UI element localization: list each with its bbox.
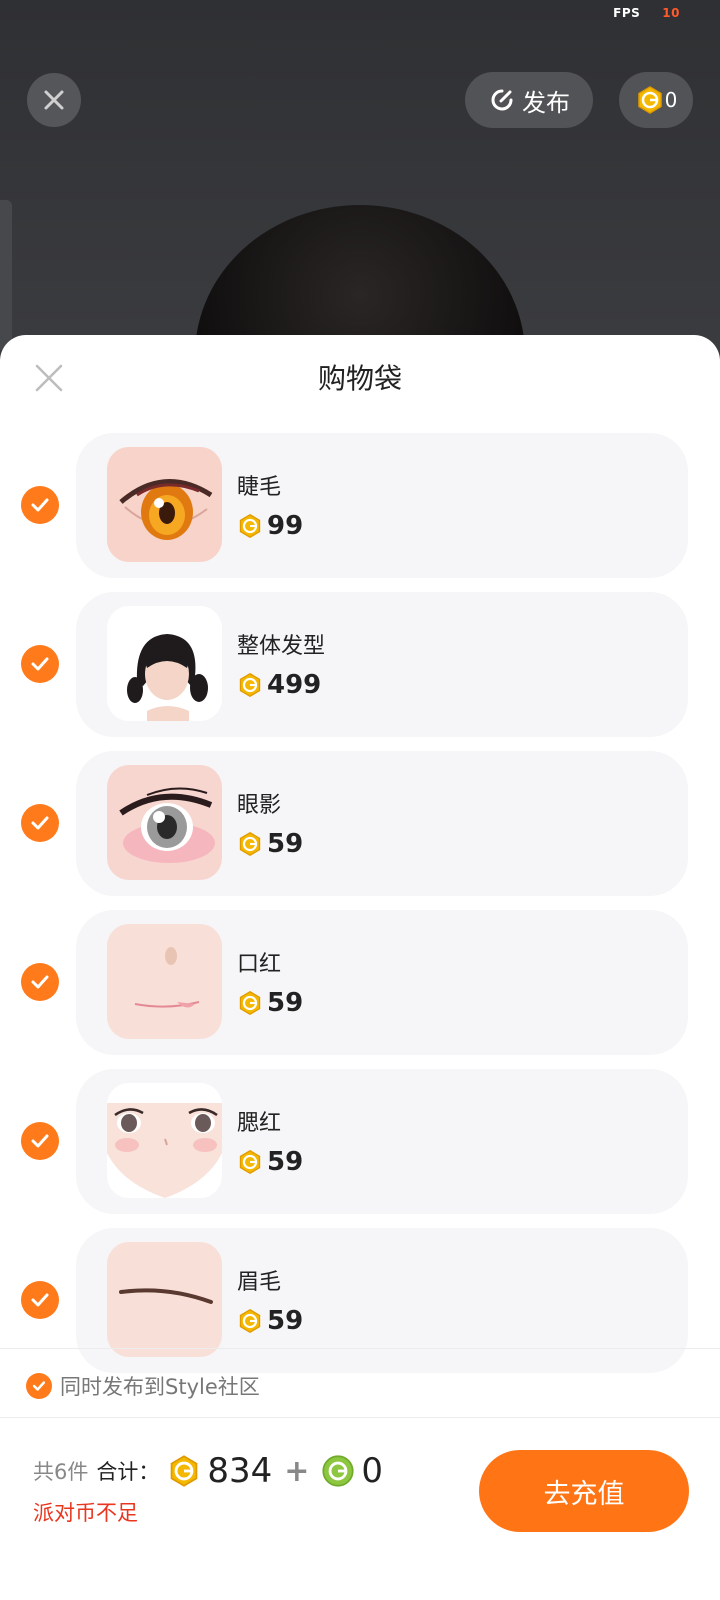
check-icon bbox=[32, 1381, 46, 1391]
avatar-preview-scene: FPS 10 发布 0 bbox=[0, 0, 720, 360]
green-total: 0 bbox=[361, 1451, 384, 1491]
green-coin-icon bbox=[322, 1455, 355, 1487]
item-name: 眉毛 bbox=[237, 1270, 282, 1295]
cart-item-list: 睫毛 99 整体发型 499 眼影 59 口红 59 腮红 59 眉毛 59 bbox=[0, 433, 720, 1387]
sheet-title: 购物袋 bbox=[317, 362, 402, 395]
gold-total: 834 bbox=[207, 1451, 273, 1491]
gold-coin-icon bbox=[239, 990, 261, 1016]
item-price-value: 59 bbox=[267, 988, 304, 1018]
item-price: 59 bbox=[237, 1147, 303, 1177]
check-icon bbox=[31, 816, 49, 830]
item-price-value: 59 bbox=[267, 1306, 304, 1336]
close-editor-button[interactable] bbox=[27, 73, 81, 127]
item-price: 59 bbox=[237, 988, 303, 1018]
gold-coin-icon bbox=[239, 513, 261, 539]
item-price-value: 59 bbox=[267, 829, 304, 859]
publish-button[interactable]: 发布 bbox=[465, 72, 593, 128]
item-name: 睫毛 bbox=[237, 475, 282, 500]
check-icon bbox=[31, 1293, 49, 1307]
item-price: 99 bbox=[237, 511, 303, 541]
check-icon bbox=[31, 975, 49, 989]
item-card[interactable]: 眉毛 59 bbox=[76, 1228, 688, 1373]
insufficient-funds-warning: 派对币不足 bbox=[33, 1501, 138, 1525]
total-label: 合计： bbox=[96, 1460, 160, 1484]
item-card[interactable]: 腮红 59 bbox=[76, 1069, 688, 1214]
item-checkbox[interactable] bbox=[21, 963, 59, 1001]
cart-item: 整体发型 499 bbox=[0, 592, 720, 737]
item-card[interactable]: 整体发型 499 bbox=[76, 592, 688, 737]
item-price: 59 bbox=[237, 1306, 303, 1336]
close-icon bbox=[44, 90, 64, 110]
item-checkbox[interactable] bbox=[21, 486, 59, 524]
cart-item: 口红 59 bbox=[0, 910, 720, 1055]
fps-counter: FPS 10 bbox=[613, 6, 680, 20]
item-price: 59 bbox=[237, 829, 303, 859]
publish-icon bbox=[491, 89, 513, 111]
item-card[interactable]: 睫毛 99 bbox=[76, 433, 688, 578]
gold-coin-icon bbox=[239, 672, 261, 698]
recharge-button[interactable]: 去充值 bbox=[479, 1450, 689, 1532]
community-checkbox[interactable] bbox=[26, 1373, 52, 1399]
check-icon bbox=[31, 1134, 49, 1148]
fps-label: FPS bbox=[613, 6, 641, 20]
item-checkbox[interactable] bbox=[21, 804, 59, 842]
gold-coin-icon bbox=[239, 1149, 261, 1175]
gold-coin-icon bbox=[239, 1308, 261, 1334]
item-count: 共6件 bbox=[33, 1460, 89, 1484]
item-name: 口红 bbox=[237, 952, 282, 977]
community-option-label: 同时发布到Style社区 bbox=[60, 1375, 260, 1399]
item-checkbox[interactable] bbox=[21, 645, 59, 683]
item-checkbox[interactable] bbox=[21, 1281, 59, 1319]
publish-to-community-option[interactable]: 同时发布到Style社区 bbox=[26, 1371, 260, 1401]
cart-item: 眉毛 59 bbox=[0, 1228, 720, 1373]
blush-thumbnail bbox=[107, 1083, 222, 1198]
check-icon bbox=[31, 657, 49, 671]
divider bbox=[0, 1348, 720, 1349]
cart-item: 睫毛 99 bbox=[0, 433, 720, 578]
hairstyle-thumbnail bbox=[107, 606, 222, 721]
item-price-value: 499 bbox=[267, 670, 322, 700]
coin-balance-value: 0 bbox=[664, 88, 678, 112]
plus-sign: + bbox=[284, 1453, 310, 1489]
cart-item: 眼影 59 bbox=[0, 751, 720, 896]
cart-item: 腮红 59 bbox=[0, 1069, 720, 1214]
divider bbox=[0, 1417, 720, 1418]
eyelash-thumbnail bbox=[107, 447, 222, 562]
item-name: 眼影 bbox=[237, 793, 282, 818]
publish-label: 发布 bbox=[522, 88, 570, 117]
item-name: 整体发型 bbox=[237, 634, 326, 659]
item-checkbox[interactable] bbox=[21, 1122, 59, 1160]
item-card[interactable]: 眼影 59 bbox=[76, 751, 688, 896]
coin-balance-chip[interactable]: 0 bbox=[619, 72, 693, 128]
side-drawer-handle[interactable] bbox=[0, 200, 12, 350]
gold-coin-icon bbox=[637, 86, 662, 114]
fps-value: 10 bbox=[662, 6, 680, 20]
item-price-value: 99 bbox=[267, 511, 304, 541]
lipstick-thumbnail bbox=[107, 924, 222, 1039]
gold-coin-icon bbox=[171, 1455, 198, 1487]
item-card[interactable]: 口红 59 bbox=[76, 910, 688, 1055]
shopping-bag-sheet: 购物袋 睫毛 99 整体发型 499 眼影 59 口红 59 腮红 59 眉毛 … bbox=[0, 335, 720, 1600]
total-summary: 共6件 合计： 834 + 0 bbox=[33, 1451, 383, 1491]
item-name: 腮红 bbox=[237, 1111, 282, 1136]
eyebrow-thumbnail bbox=[107, 1242, 222, 1357]
item-price: 499 bbox=[237, 670, 321, 700]
check-icon bbox=[31, 498, 49, 512]
gold-coin-icon bbox=[239, 831, 261, 857]
item-price-value: 59 bbox=[267, 1147, 304, 1177]
eyeshadow-thumbnail bbox=[107, 765, 222, 880]
